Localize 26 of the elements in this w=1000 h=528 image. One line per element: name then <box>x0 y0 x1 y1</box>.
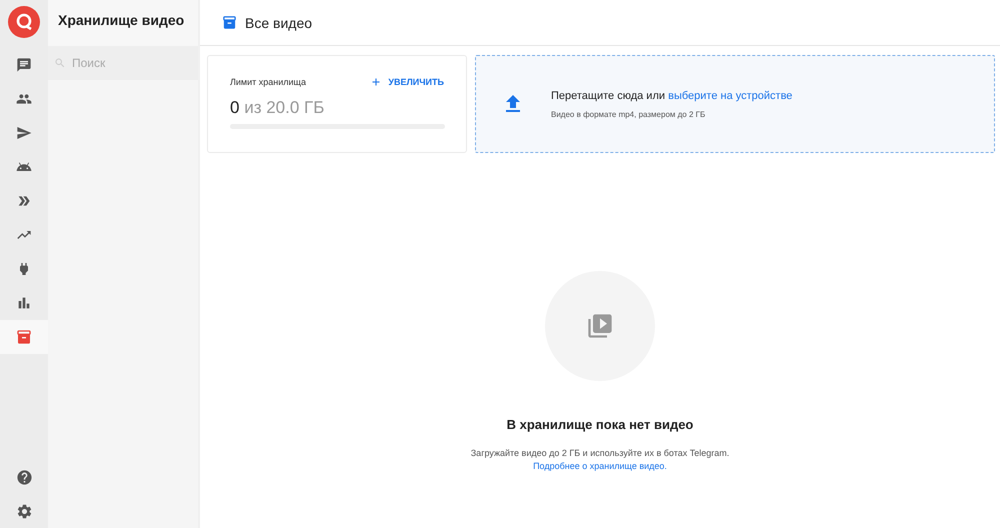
storage-info-link[interactable]: Подробнее о хранилище видео. <box>533 461 667 471</box>
storage-used: 0 <box>230 98 240 117</box>
upload-hint: Видео в формате mp4, размером до 2 ГБ <box>551 110 706 118</box>
send-icon <box>16 125 32 141</box>
nav-button[interactable] <box>0 320 48 354</box>
choose-file-link[interactable]: выберите на устройстве <box>668 90 792 102</box>
upload-text: Перетащите сюда или выберите на устройстве <box>551 90 792 102</box>
chat-icon <box>16 57 32 73</box>
logo[interactable] <box>8 6 40 38</box>
search-icon <box>54 57 66 69</box>
plus-icon <box>370 76 382 88</box>
search-input[interactable]: Поиск <box>70 55 180 71</box>
upload-dropzone[interactable]: Перетащите сюда или выберите на устройстве Видео в формате mp4, размером до 2 ГБ <box>475 55 995 153</box>
storage-label: Лимит хранилища <box>230 77 306 87</box>
page-title: Все видео <box>245 14 312 30</box>
video-library-icon <box>586 312 614 340</box>
archive-box-icon <box>16 329 32 345</box>
search-field[interactable]: Поиск <box>48 46 198 80</box>
storage-total: из 20.0 ГБ <box>244 98 324 117</box>
empty-title: В хранилище пока нет видео <box>506 417 694 432</box>
increase-button[interactable]: УВЕЛИЧИТЬ <box>370 76 444 88</box>
archive-box-icon <box>222 15 237 30</box>
bar-chart-icon <box>16 295 32 311</box>
settings-icon <box>16 502 32 520</box>
help-icon <box>16 468 32 486</box>
empty-text: Загружайте видео до 2 ГБ и используйте их в ботах Telegram. <box>470 448 730 458</box>
